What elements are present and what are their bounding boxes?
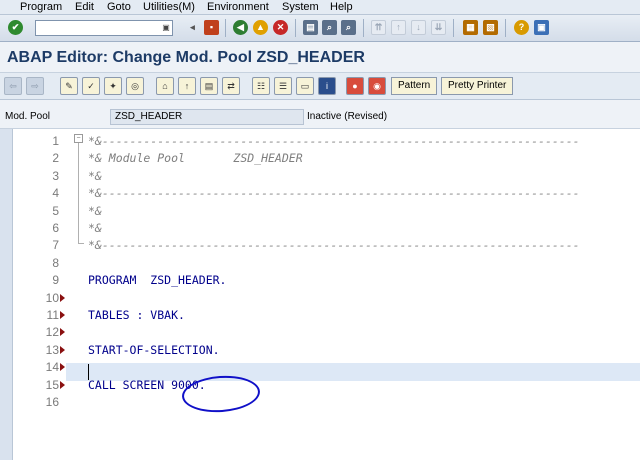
line-number: 4 (52, 186, 59, 201)
line-number: 7 (52, 238, 59, 253)
fold-guide-end (78, 243, 84, 244)
menu-environment[interactable]: Environment (207, 0, 269, 14)
title-bar: ABAP Editor: Change Mod. Pool ZSD_HEADER (0, 42, 640, 73)
save-icon[interactable]: ▪ (204, 20, 219, 35)
exit-icon[interactable]: ▲ (253, 20, 268, 35)
line-number: 12 (45, 325, 59, 340)
toolbar-separator (453, 19, 454, 37)
fold-guide (78, 143, 79, 243)
page-title: ABAP Editor: Change Mod. Pool ZSD_HEADER (7, 49, 365, 66)
code-editor[interactable]: 1 2 3 4 5 6 7 8 9 10 11 12 13 14 15 16 − *&------------… (0, 129, 640, 460)
standard-toolbar: ✔ ▣ ◂ ▪ ◀ ▲ ✕ ▤ ⌕ ⌕ ⇈ ↑ ↓ ⇊ ▦ ▧ ? ▣ (0, 15, 640, 42)
pattern-button[interactable]: Pattern (391, 77, 438, 95)
block-marker-icon (60, 363, 65, 372)
code-comment-line[interactable]: *&--------------------------------------… (88, 236, 580, 254)
activate-icon[interactable]: ✦ (104, 77, 122, 95)
forward-arrow-icon[interactable]: ⇨ (26, 77, 44, 95)
layout-menu-icon[interactable]: ▣ (534, 20, 549, 35)
text-caret (88, 364, 89, 380)
code-comment-line[interactable]: *&--------------------------------------… (88, 132, 580, 150)
line-number: 9 (52, 273, 59, 288)
object-list-icon[interactable]: ↑ (178, 77, 196, 95)
back-icon[interactable]: ◀ (233, 20, 248, 35)
line-number: 16 (45, 395, 59, 409)
code-line[interactable]: START-OF-SELECTION. (88, 341, 220, 359)
code-comment-line[interactable]: *& (88, 219, 102, 237)
code-comment-line[interactable]: *&--------------------------------------… (88, 184, 580, 202)
line-number-gutter: 1 2 3 4 5 6 7 8 9 10 11 12 13 14 15 16 (13, 129, 65, 460)
cancel-icon[interactable]: ✕ (273, 20, 288, 35)
where-used-icon[interactable]: ⌂ (156, 77, 174, 95)
find-next-icon[interactable]: ⌕ (341, 20, 356, 35)
menu-bar: Program Edit Goto Utilities(M) Environme… (0, 0, 640, 15)
menu-utilities[interactable]: Utilities(M) (143, 0, 195, 14)
activation-status: Inactive (Revised) (307, 111, 388, 122)
help-icon[interactable]: ? (514, 20, 529, 35)
editor-left-bar (0, 129, 13, 460)
code-line[interactable]: PROGRAM ZSD_HEADER. (88, 271, 226, 289)
check-icon[interactable]: ✓ (82, 77, 100, 95)
navigation-window-icon[interactable]: ⇄ (222, 77, 240, 95)
display-object-list-icon[interactable]: ▤ (200, 77, 218, 95)
block-marker-icon (60, 311, 65, 319)
previous-page-icon[interactable]: ↑ (391, 20, 406, 35)
line-number: 8 (52, 255, 59, 270)
application-toolbar: ⇦ ⇨ ✎ ✓ ✦ ◎ ⌂ ↑ ▤ ⇄ ☷ ☰ ▭ i ● ◉ Pattern … (0, 73, 640, 100)
back-arrow-icon[interactable]: ⇦ (4, 77, 22, 95)
display-change-icon[interactable]: ✎ (60, 77, 78, 95)
menu-edit[interactable]: Edit (75, 0, 94, 14)
first-page-icon[interactable]: ⇈ (371, 20, 386, 35)
block-marker-icon (60, 380, 65, 389)
block-marker-icon (60, 293, 65, 302)
line-number: 1 (52, 134, 59, 148)
line-number: 13 (45, 342, 59, 357)
program-type-label: Mod. Pool (5, 111, 51, 122)
menu-help[interactable]: Help (330, 0, 353, 14)
new-session-icon[interactable]: ▦ (463, 20, 478, 35)
line-number: 5 (52, 203, 59, 218)
menu-system[interactable]: System (282, 0, 319, 14)
tree-icon[interactable]: ☰ (274, 77, 292, 95)
code-line[interactable]: TABLES : VBAK. (88, 306, 185, 324)
line-number: 11 (46, 308, 59, 322)
shortcut-icon[interactable]: ▧ (483, 20, 498, 35)
block-marker-icon (60, 328, 65, 337)
breakpoint-icon[interactable]: ● (346, 77, 364, 95)
info-icon[interactable]: i (318, 77, 336, 95)
block-marker-icon (60, 345, 65, 354)
next-page-icon[interactable]: ↓ (411, 20, 426, 35)
menu-goto[interactable]: Goto (107, 0, 131, 14)
toolbar-separator (295, 19, 296, 37)
fullscreen-icon[interactable]: ▭ (296, 77, 314, 95)
line-number: 3 (52, 168, 59, 183)
command-dropdown-icon[interactable]: ▣ (161, 22, 171, 34)
line-number: 6 (52, 221, 59, 235)
history-arrow-icon[interactable]: ◂ (185, 20, 200, 35)
external-breakpoint-icon[interactable]: ◉ (368, 77, 386, 95)
menu-program[interactable]: Program (20, 0, 62, 14)
find-icon[interactable]: ⌕ (322, 20, 337, 35)
program-name-field: ZSD_HEADER (110, 109, 304, 125)
line-number: 15 (45, 377, 59, 392)
line-number: 2 (52, 151, 59, 166)
enter-icon[interactable]: ✔ (8, 20, 23, 35)
program-header: Mod. Pool ZSD_HEADER Inactive (Revised) (0, 100, 640, 129)
code-comment-line[interactable]: *& (88, 202, 102, 220)
toolbar-separator (363, 19, 364, 37)
hierarchy-icon[interactable]: ☷ (252, 77, 270, 95)
code-comment-line[interactable]: *& (88, 167, 102, 185)
fold-collapse-icon[interactable]: − (74, 134, 83, 143)
line-number: 14 (45, 360, 59, 375)
command-field[interactable]: ▣ (35, 20, 173, 36)
print-icon[interactable]: ▤ (303, 20, 318, 35)
toolbar-separator (505, 19, 506, 37)
pretty-printer-button[interactable]: Pretty Printer (441, 77, 514, 95)
last-page-icon[interactable]: ⇊ (431, 20, 446, 35)
code-comment-line[interactable]: *& Module Pool ZSD_HEADER (88, 149, 303, 167)
toolbar-separator (225, 19, 226, 37)
test-icon[interactable]: ◎ (126, 77, 144, 95)
line-number: 10 (45, 290, 59, 305)
